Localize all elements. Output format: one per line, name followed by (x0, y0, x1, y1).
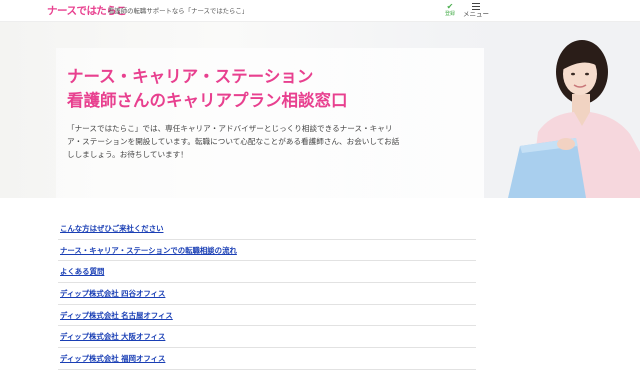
list-item: こんな方はぜひご来社ください (58, 218, 476, 240)
hero-title-line2: 看護師さんのキャリアプラン相談窓口 (67, 91, 348, 110)
link-faq[interactable]: よくある質問 (60, 266, 104, 277)
list-item: ディップ株式会社 四谷オフィス (58, 283, 476, 305)
nurse-photo (490, 22, 640, 198)
hero-title-line1: ナース・キャリア・ステーション (67, 67, 314, 86)
check-icon: ✔ (446, 2, 454, 11)
hero-description: 「ナースではたらこ」では、専任キャリア・アドバイザーとじっくり相談できるナース・… (67, 124, 400, 159)
menu-label: メニュー (463, 10, 489, 18)
link-consultation-flow[interactable]: ナース・キャリア・ステーションでの転職相談の流れ (60, 245, 237, 256)
hero-banner: ナース・キャリア・ステーション 看護師さんのキャリアプラン相談窓口 「ナースでは… (0, 22, 640, 198)
list-item: ナース・キャリア・ステーションでの転職相談の流れ (58, 240, 476, 262)
hamburger-icon (472, 3, 480, 11)
list-item: ディップ株式会社 福岡オフィス (58, 348, 476, 370)
link-office-yotsuya[interactable]: ディップ株式会社 四谷オフィス (60, 288, 165, 299)
link-office-osaka[interactable]: ディップ株式会社 大阪オフィス (60, 331, 165, 342)
list-item: ディップ株式会社 名古屋オフィス (58, 305, 476, 327)
register-label: 登録 (444, 11, 455, 17)
link-office-fukuoka[interactable]: ディップ株式会社 福岡オフィス (60, 353, 165, 364)
list-item: ディップ株式会社 大阪オフィス (58, 326, 476, 349)
header-tagline: 看護師の転職サポートなら「ナースではたらこ」 (108, 7, 249, 15)
site-header: ナースではたらこ 看護師の転職サポートなら「ナースではたらこ」 ✔ 登録 メニュ… (0, 0, 640, 22)
anchor-link-list: こんな方はぜひご来社ください ナース・キャリア・ステーションでの転職相談の流れ … (58, 218, 476, 370)
link-visit-recommendation[interactable]: こんな方はぜひご来社ください (60, 223, 163, 234)
hero-title: ナース・キャリア・ステーション 看護師さんのキャリアプラン相談窓口 (67, 65, 348, 113)
menu-button[interactable]: メニュー (463, 2, 489, 20)
register-button[interactable]: ✔ 登録 (442, 2, 458, 20)
list-item: よくある質問 (58, 261, 476, 284)
link-office-nagoya[interactable]: ディップ株式会社 名古屋オフィス (60, 310, 173, 321)
